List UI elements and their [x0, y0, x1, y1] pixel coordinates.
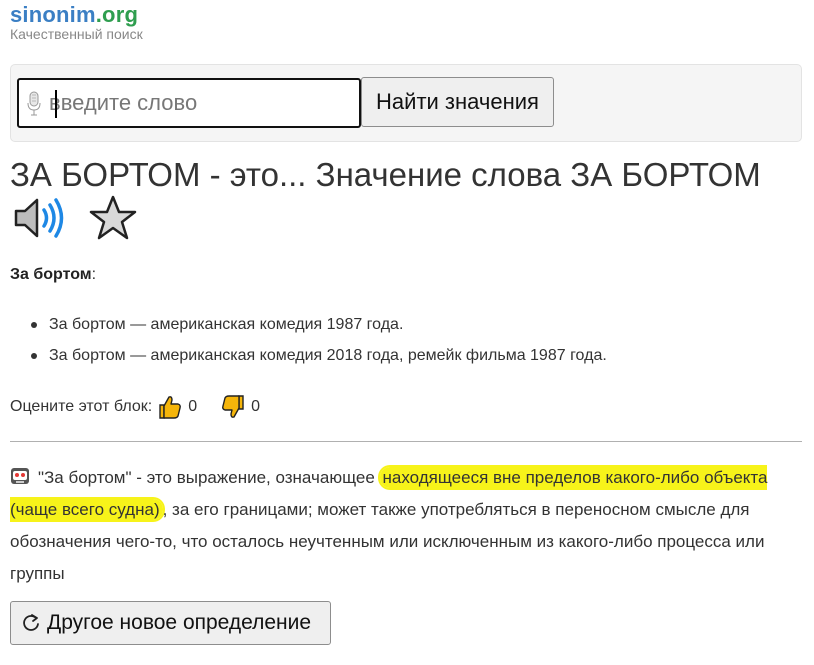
new-definition-label: Другое новое определение — [47, 611, 312, 634]
list-item: За бортом — американская комедия 1987 го… — [29, 313, 607, 344]
search-field[interactable] — [17, 78, 361, 128]
logo-part-org: .org — [95, 2, 139, 27]
section-divider — [10, 441, 802, 442]
tagline: Качественный поиск — [10, 26, 143, 42]
definitions-list: За бортом — американская комедия 1987 го… — [29, 313, 607, 375]
thumbs-down-icon[interactable] — [221, 394, 245, 420]
text-caret — [55, 90, 57, 118]
term-colon: : — [91, 266, 97, 283]
star-icon[interactable] — [88, 194, 138, 242]
logo-part-sinonim: sinonim — [10, 2, 96, 27]
list-item: За бортом — американская комедия 2018 го… — [29, 344, 607, 375]
refresh-icon — [23, 614, 39, 631]
term-word: За бортом — [10, 266, 92, 283]
find-meanings-button[interactable]: Найти значения — [361, 77, 554, 127]
term-heading: За бортом: — [10, 266, 96, 284]
logo-text[interactable]: sinonim.org — [10, 2, 143, 28]
robot-icon — [11, 468, 29, 484]
dislikes-count: 0 — [251, 398, 260, 415]
description-part1: "За бортом" - это выражение, означающее — [38, 468, 380, 487]
rating-block: Оцените этот блок: 0 0 — [10, 394, 278, 420]
search-panel: Найти значения — [10, 64, 802, 142]
thumbs-up-icon[interactable] — [158, 394, 182, 420]
site-logo[interactable]: sinonim.org Качественный поиск — [10, 2, 143, 42]
page-title: ЗА БОРТОМ - это... Значение слова ЗА БОР… — [10, 156, 761, 193]
search-input[interactable] — [49, 80, 349, 126]
microphone-icon[interactable] — [26, 91, 42, 117]
ai-description: "За бортом" - это выражение, означающее … — [10, 462, 800, 590]
speaker-icon[interactable] — [13, 196, 65, 240]
likes-count: 0 — [188, 398, 198, 415]
rating-label: Оцените этот блок: — [10, 398, 153, 415]
new-definition-button[interactable]: Другое новое определение — [10, 601, 331, 645]
